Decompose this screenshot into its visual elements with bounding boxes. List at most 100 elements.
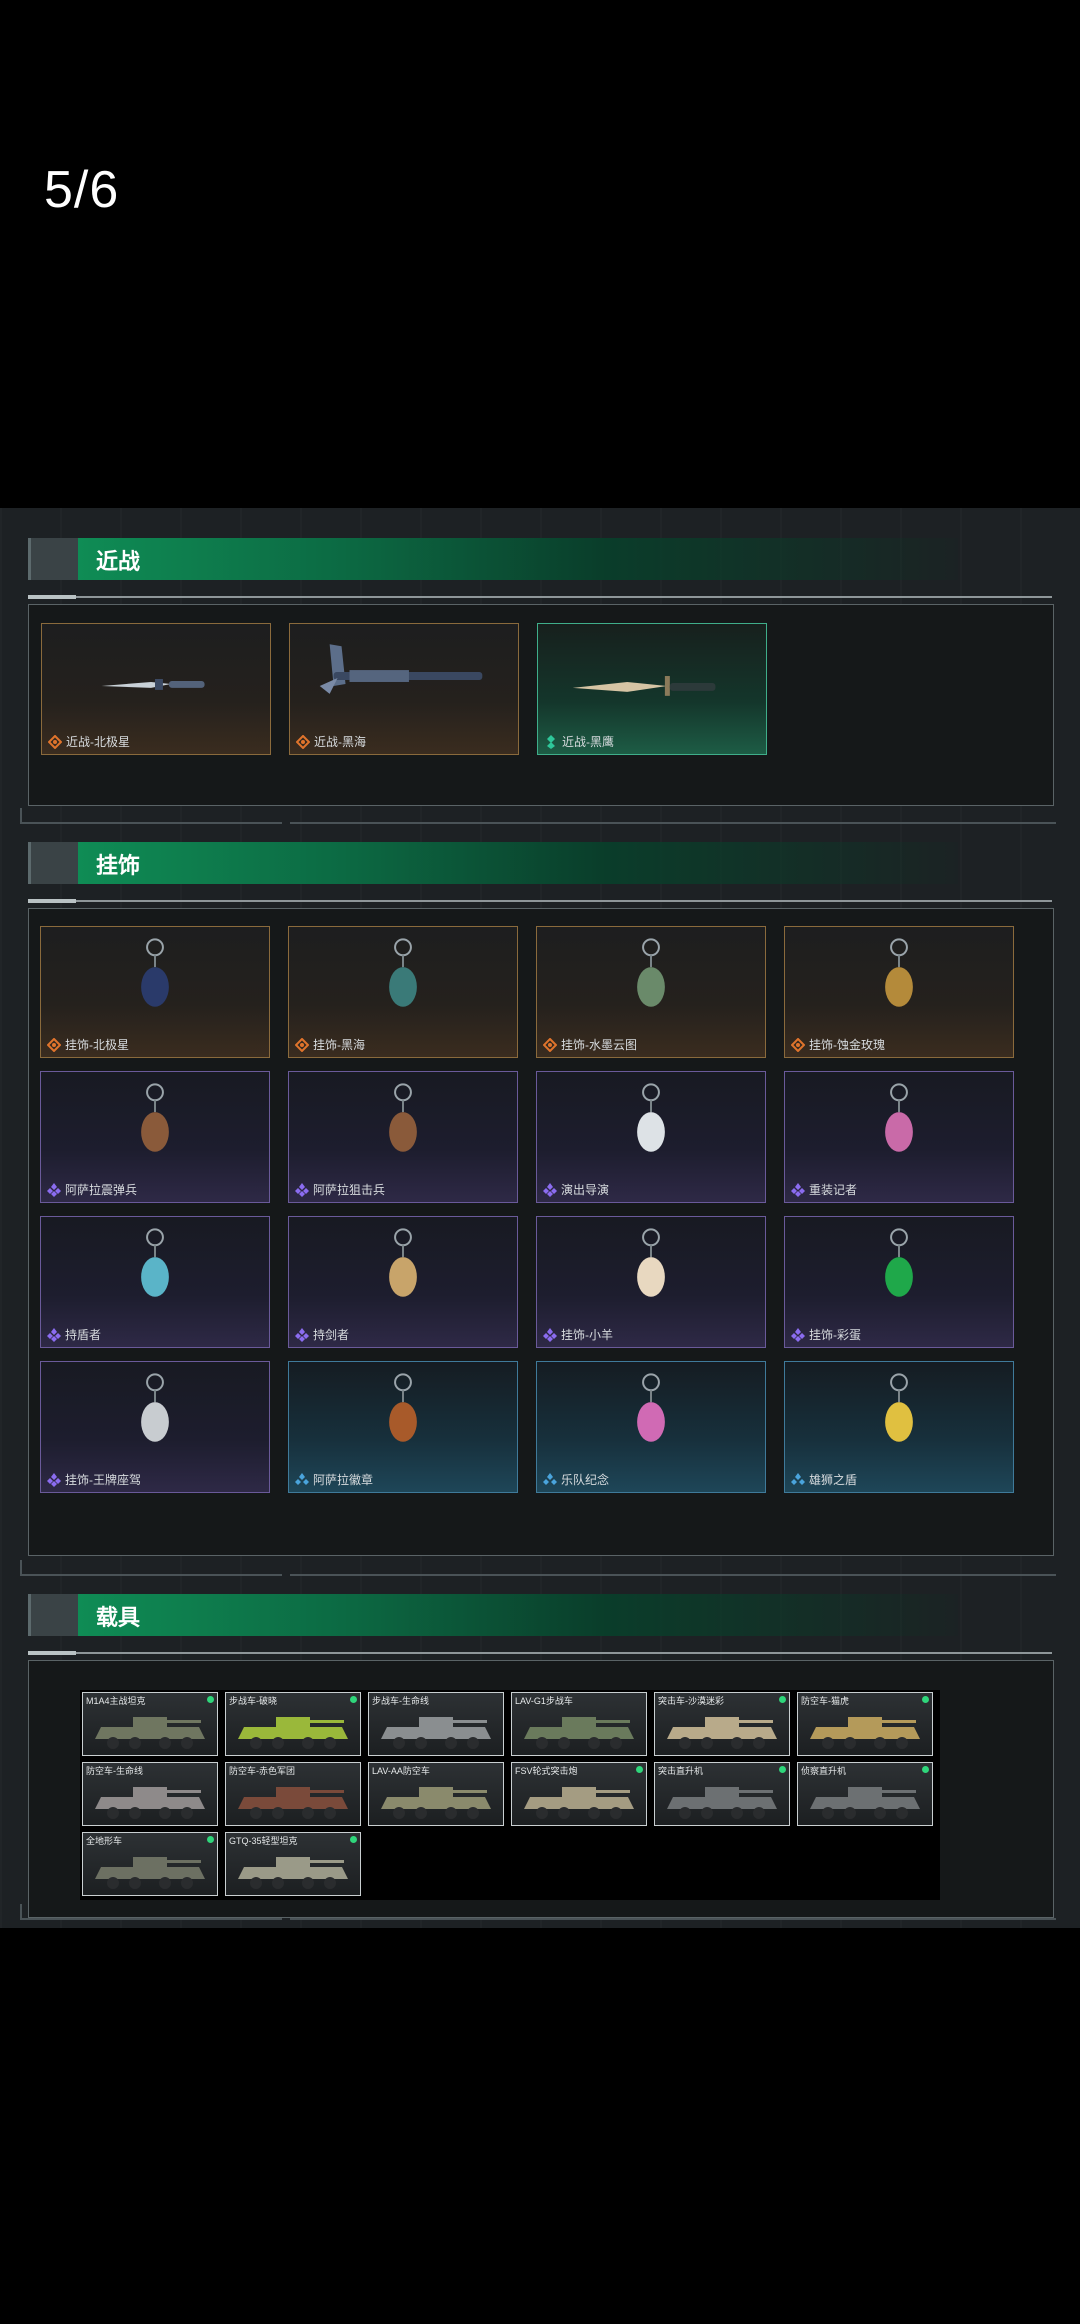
charms-divider [28, 900, 1052, 902]
vehicle-icon [810, 1717, 920, 1749]
charm-item-label: 演出导演 [561, 1183, 610, 1197]
vehicle-item[interactable]: 防空车-猫虎 [797, 1692, 933, 1756]
purple-rarity-icon [791, 1328, 805, 1342]
charm-icon [637, 1228, 665, 1297]
vehicle-item[interactable]: GTQ-35轻型坦克 [225, 1832, 361, 1896]
charms-header: 挂饰 [28, 842, 1052, 884]
charm-item[interactable]: 挂饰-黑海 [288, 926, 518, 1058]
charm-icon [885, 1373, 913, 1442]
charm-item[interactable]: 雄狮之盾 [784, 1361, 1014, 1493]
vehicles-header: 载具 [28, 1594, 1052, 1636]
charms-title: 挂饰 [96, 853, 141, 878]
melee-item[interactable]: 近战-黑鹰 [537, 623, 767, 755]
knife-icon [101, 679, 205, 690]
charm-item[interactable]: 乐队纪念 [536, 1361, 766, 1493]
vehicle-icon [238, 1787, 348, 1819]
charm-item-label: 乐队纪念 [561, 1473, 610, 1487]
charm-item[interactable]: 重装记者 [784, 1071, 1014, 1203]
vehicle-owned-dot [779, 1766, 786, 1773]
orange-rarity-icon [47, 1038, 61, 1052]
melee-title: 近战 [96, 549, 141, 574]
orange-rarity-icon [543, 1038, 557, 1052]
vehicle-item[interactable]: M1A4主战坦克 [82, 1692, 218, 1756]
vehicle-item[interactable]: FSV轮式突击炮 [511, 1762, 647, 1826]
melee-item[interactable]: 近战-北极星 [41, 623, 271, 755]
vehicle-owned-dot [922, 1696, 929, 1703]
charm-item-label: 持剑者 [313, 1328, 350, 1342]
orange-rarity-icon [296, 735, 310, 749]
charm-item[interactable]: 持盾者 [40, 1216, 270, 1348]
vehicle-icon [95, 1857, 205, 1889]
charm-item[interactable]: 挂饰-王牌座驾 [40, 1361, 270, 1493]
vehicle-icon [667, 1787, 777, 1819]
charm-item-label: 挂饰-小羊 [561, 1328, 613, 1342]
vehicle-icon [524, 1717, 634, 1749]
charm-item-label: 阿萨拉震弹兵 [65, 1183, 138, 1197]
charm-item-label: 挂饰-王牌座驾 [65, 1473, 141, 1487]
charm-icon [885, 1228, 913, 1297]
vehicle-owned-dot [779, 1696, 786, 1703]
charm-item[interactable]: 阿萨拉震弹兵 [40, 1071, 270, 1203]
charm-icon [637, 938, 665, 1007]
melee-header-tab [28, 538, 79, 580]
vehicle-item[interactable]: LAV-G1步战车 [511, 1692, 647, 1756]
charm-item-label: 挂饰-北极星 [65, 1038, 129, 1052]
vehicle-owned-dot [207, 1696, 214, 1703]
blue-rarity-icon [791, 1473, 805, 1485]
vehicle-item[interactable]: 突击直升机 [654, 1762, 790, 1826]
vehicle-owned-dot [922, 1766, 929, 1773]
charm-icon [141, 1228, 169, 1297]
vehicle-item[interactable]: 步战车-生命线 [368, 1692, 504, 1756]
purple-rarity-icon [543, 1183, 557, 1197]
charm-item-label: 持盾者 [65, 1328, 102, 1342]
vehicles-header-tab [28, 1594, 79, 1636]
frame-corner-right [290, 1560, 1056, 1576]
charm-item[interactable]: 挂饰-彩蛋 [784, 1216, 1014, 1348]
blue-rarity-icon [295, 1473, 309, 1485]
charm-icon [637, 1373, 665, 1442]
vehicles-divider [28, 1652, 1052, 1654]
charm-item[interactable]: 阿萨拉徽章 [288, 1361, 518, 1493]
vehicle-item[interactable]: 防空车-赤色军团 [225, 1762, 361, 1826]
vehicles-header-bar [78, 1594, 958, 1636]
charm-item[interactable]: 挂饰-北极星 [40, 926, 270, 1058]
frame-corner-right [290, 808, 1056, 824]
charms-divider-highlight [28, 899, 76, 903]
charm-item[interactable]: 挂饰-小羊 [536, 1216, 766, 1348]
orange-rarity-icon [295, 1038, 309, 1052]
vehicle-item[interactable]: 全地形车 [82, 1832, 218, 1896]
melee-item[interactable]: 近战-黑海 [289, 623, 519, 755]
charm-item[interactable]: 演出导演 [536, 1071, 766, 1203]
charm-icon [885, 1083, 913, 1152]
orange-rarity-icon [791, 1038, 805, 1052]
charms-header-tab [28, 842, 79, 884]
charm-item-label: 挂饰-黑海 [313, 1038, 365, 1052]
charm-item[interactable]: 挂饰-水墨云图 [536, 926, 766, 1058]
vehicle-item[interactable]: 步战车-破晓 [225, 1692, 361, 1756]
charm-item-label: 挂饰-蚀金玫瑰 [809, 1038, 885, 1052]
charm-item-label: 挂饰-水墨云图 [561, 1038, 637, 1052]
vehicle-item[interactable]: 突击车-沙漠迷彩 [654, 1692, 790, 1756]
melee-divider [28, 596, 1052, 598]
purple-rarity-icon [47, 1473, 61, 1487]
charm-item-label: 阿萨拉徽章 [313, 1473, 374, 1487]
purple-rarity-icon [295, 1183, 309, 1197]
charm-item[interactable]: 阿萨拉狙击兵 [288, 1071, 518, 1203]
vehicle-item[interactable]: 防空车-生命线 [82, 1762, 218, 1826]
charm-icon [637, 1083, 665, 1152]
vehicle-item[interactable]: LAV-AA防空车 [368, 1762, 504, 1826]
charm-item[interactable]: 持剑者 [288, 1216, 518, 1348]
vehicle-icon [810, 1787, 920, 1819]
vehicles-title: 载具 [96, 1605, 141, 1630]
charm-item[interactable]: 挂饰-蚀金玫瑰 [784, 926, 1014, 1058]
vehicle-icon [95, 1787, 205, 1819]
charm-item-label: 阿萨拉狙击兵 [313, 1183, 386, 1197]
vehicle-item[interactable]: 侦察直升机 [797, 1762, 933, 1826]
blue-rarity-icon [543, 1473, 557, 1485]
charms-header-bar [78, 842, 958, 884]
vehicle-owned-dot [207, 1836, 214, 1843]
charms-section: 挂饰 挂饰-北极星 挂饰-黑海 挂饰-水墨云图 挂饰-蚀金玫瑰阿萨拉震弹兵 阿萨拉狙击兵… [0, 842, 1080, 1582]
charm-icon [389, 938, 417, 1007]
melee-item-label: 近战-北极星 [66, 735, 130, 749]
vehicle-owned-dot [636, 1766, 643, 1773]
